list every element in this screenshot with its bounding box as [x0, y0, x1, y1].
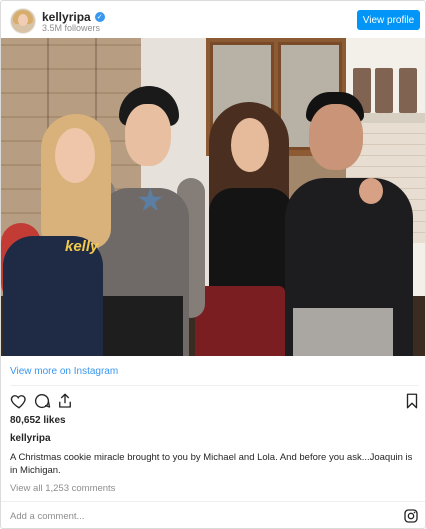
- view-more-link[interactable]: View more on Instagram: [10, 366, 118, 377]
- person-3-skirt: [195, 286, 285, 356]
- instagram-icon[interactable]: [403, 508, 419, 524]
- follower-count: 3.5M followers: [42, 23, 101, 33]
- post-header: kellyripa ✓ 3.5M followers View profile: [1, 1, 425, 38]
- avatar-face: [18, 14, 28, 26]
- person-3-face: [231, 118, 269, 172]
- bookmark-icon[interactable]: [403, 392, 421, 410]
- instagram-embed-card: kellyripa ✓ 3.5M followers View profile …: [0, 0, 426, 529]
- apron-logo: kelly: [65, 238, 99, 255]
- star-graphic-icon: ★: [136, 182, 165, 218]
- divider: [1, 501, 425, 502]
- view-all-comments-link[interactable]: View all 1,253 comments: [10, 483, 115, 494]
- divider: [10, 385, 418, 386]
- caption-text: A Christmas cookie miracle brought to yo…: [10, 452, 413, 476]
- view-profile-button[interactable]: View profile: [357, 10, 420, 30]
- verified-icon: ✓: [94, 12, 105, 22]
- person-2-face: [125, 104, 171, 166]
- person-4-pants: [293, 308, 393, 356]
- share-icon[interactable]: [56, 392, 74, 410]
- like-count[interactable]: 80,652 likes: [10, 415, 66, 426]
- person-4-face: [309, 104, 363, 170]
- avatar[interactable]: [11, 9, 35, 33]
- post-image[interactable]: ★ kelly: [1, 38, 425, 356]
- person-1-face: [55, 128, 95, 183]
- person-3-top: [209, 188, 293, 296]
- heart-icon[interactable]: [10, 392, 28, 410]
- username[interactable]: kellyripa: [42, 10, 91, 24]
- person-2-pants: [93, 296, 183, 356]
- jar: [399, 68, 417, 113]
- caption-username[interactable]: kellyripa: [10, 433, 51, 444]
- jar: [375, 68, 393, 113]
- add-comment-input[interactable]: Add a comment...: [10, 511, 84, 522]
- person-4-hand: [359, 178, 383, 204]
- comment-icon[interactable]: [33, 392, 51, 410]
- username-row: kellyripa ✓: [42, 10, 105, 24]
